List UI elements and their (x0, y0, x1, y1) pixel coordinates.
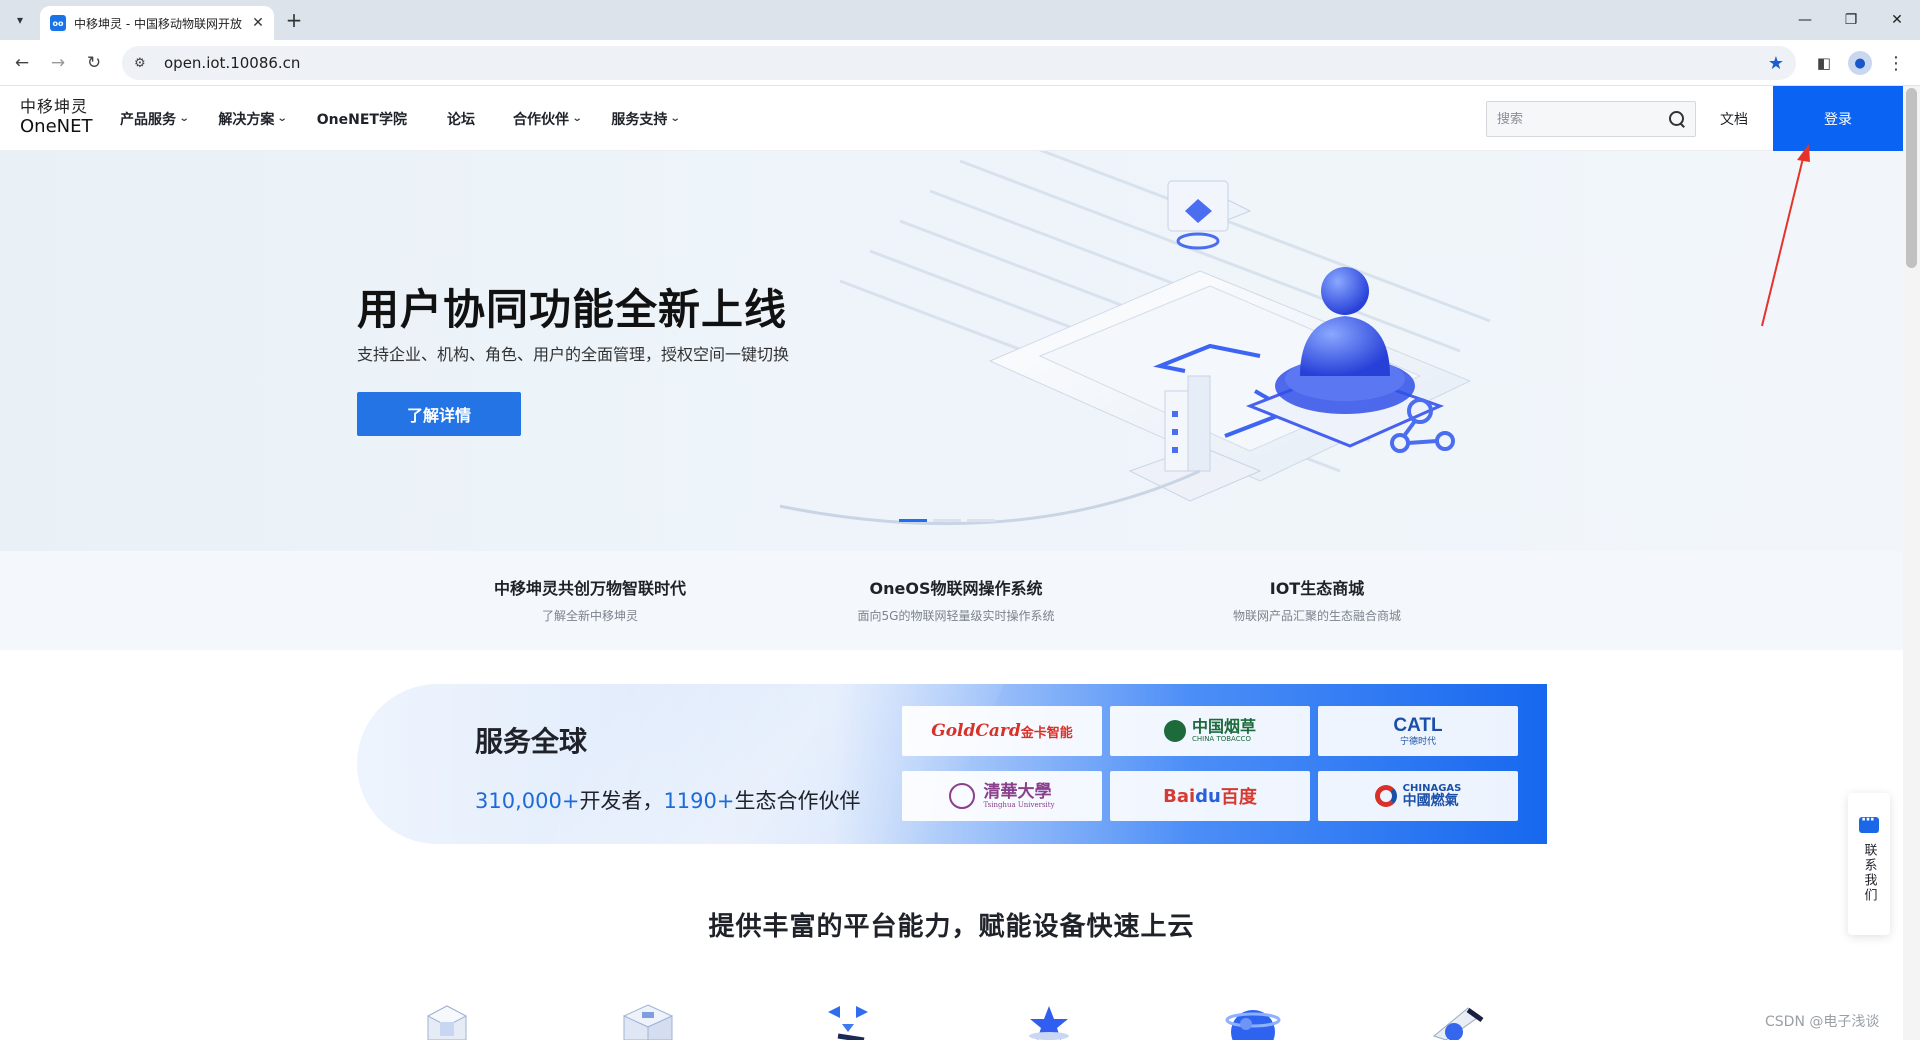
camera-icon (1432, 1007, 1484, 1040)
learn-more-button[interactable]: 了解详情 (357, 392, 521, 436)
service-global-banner: 服务全球 310,000+开发者，1190+生态合作伙伴 GoldCard 金卡智… (357, 684, 1547, 844)
partner-logos: GoldCard 金卡智能 中国烟草 CHINA TOBACCO CATL 宁德时代 … (902, 706, 1518, 821)
site-header: 中移坤灵 OneNET 产品服务 ⌄ 解决方案 ⌄ OneNET学院 论坛 合作伙伴… (0, 86, 1903, 151)
login-button[interactable]: 登录 (1773, 86, 1903, 151)
feature-item-oneos[interactable]: OneOS物联网操作系统 面向5G的物联网轻量级实时操作系统 (806, 575, 1106, 624)
chevron-down-icon: ⌄ (277, 113, 289, 124)
feature-desc: 面向5G的物联网轻量级实时操作系统 (857, 609, 1055, 623)
sphere-icon (1225, 1010, 1281, 1040)
partner-goldcard-logo: GoldCard 金卡智能 (902, 706, 1102, 756)
chevron-down-icon: ⌄ (178, 113, 190, 124)
nav-label: 论坛 (446, 111, 475, 128)
partner-label: 生态合作伙伴 (734, 789, 861, 813)
server-icon (622, 1004, 674, 1040)
global-title: 服务全球 (475, 725, 588, 758)
site-info-icon[interactable]: ⚙ (134, 56, 156, 71)
feature-desc: 物联网产品汇聚的生态融合商城 (1232, 609, 1401, 623)
nav-academy[interactable]: OneNET学院 (317, 109, 407, 129)
back-arrow-icon[interactable]: ← (8, 49, 36, 77)
csdn-watermark: CSDN @电子浅谈 (1765, 1014, 1880, 1030)
side-panel-icon[interactable]: ◧ (1812, 51, 1836, 75)
nav-support[interactable]: 服务支持 ⌄ (611, 109, 682, 129)
feature-title: IOT生态商城 (1269, 579, 1365, 598)
chevron-down-icon: ⌄ (670, 113, 682, 124)
search-box[interactable] (1486, 101, 1696, 137)
docs-link[interactable]: 文档 (1720, 109, 1748, 129)
nav-solutions[interactable]: 解决方案 ⌄ (218, 109, 289, 129)
nav-label: 产品服务 (120, 111, 176, 128)
carousel-indicators (899, 519, 1001, 522)
hero-illustration (780, 151, 1491, 526)
capabilities-title: 提供丰富的平台能力，赋能设备快速上云 (708, 912, 1195, 942)
forward-arrow-icon[interactable]: → (44, 49, 72, 77)
feature-item-iot-mall[interactable]: IOT生态商城 物联网产品汇聚的生态融合商城 (1167, 575, 1467, 624)
bookmark-star-icon[interactable]: ★ (1768, 53, 1784, 74)
feature-title: OneOS物联网操作系统 (869, 579, 1043, 598)
cube-icon (426, 1005, 468, 1040)
arrows-icon (828, 1006, 868, 1040)
profile-avatar-icon[interactable]: ● (1848, 51, 1872, 75)
nav-label: OneNET学院 (316, 111, 407, 128)
browser-tab-bar: ▾ oo 中移坤灵 - 中国移动物联网开放 ✕ + — ❐ ✕ (0, 0, 1920, 40)
minimize-icon[interactable]: — (1782, 0, 1828, 40)
browser-tab-active[interactable]: oo 中移坤灵 - 中国移动物联网开放 ✕ (40, 6, 274, 40)
reload-icon[interactable]: ↻ (80, 49, 108, 77)
contact-label: 联系我们 (1861, 843, 1877, 903)
search-icon[interactable] (1669, 111, 1685, 127)
feature-item-kunling[interactable]: 中移坤灵共创万物智联时代 了解全新中移坤灵 (440, 575, 740, 624)
search-input[interactable] (1497, 111, 1669, 127)
browser-toolbar: ← → ↻ ⚙ open.iot.10086.cn ★ ◧ ● ⋮ (0, 40, 1920, 86)
onenet-logo[interactable]: 中移坤灵 OneNET (20, 99, 92, 136)
nav-label: 服务支持 (611, 111, 668, 128)
tab-close-icon[interactable]: ✕ (250, 15, 266, 31)
tab-title: 中移坤灵 - 中国移动物联网开放 (74, 16, 242, 31)
new-tab-plus-icon[interactable]: + (282, 8, 306, 32)
partner-catl-logo: CATL 宁德时代 (1318, 706, 1518, 756)
partner-china-tobacco-logo: 中国烟草 CHINA TOBACCO (1110, 706, 1310, 756)
feature-desc: 了解全新中移坤灵 (541, 609, 638, 623)
hero-banner: 用户协同功能全新上线 支持企业、机构、角色、用户的全面管理，授权空间一键切换 了… (0, 151, 1903, 551)
feature-links: 中移坤灵共创万物智联时代 了解全新中移坤灵 OneOS物联网操作系统 面向5G的… (0, 551, 1903, 650)
carousel-dot[interactable] (899, 519, 927, 522)
partner-count: 1190+ (663, 789, 735, 813)
hero-subtitle: 支持企业、机构、角色、用户的全面管理，授权空间一键切换 (357, 345, 790, 364)
nav-partners[interactable]: 合作伙伴 ⌄ (512, 109, 583, 129)
scrollbar-thumb[interactable] (1906, 88, 1917, 268)
site-favicon-icon: oo (50, 15, 66, 31)
global-stats: 310,000+开发者，1190+生态合作伙伴 (475, 785, 860, 815)
partner-baidu-logo: Bai du 百度 (1110, 771, 1310, 821)
address-bar[interactable]: ⚙ open.iot.10086.cn ★ (122, 46, 1796, 80)
carousel-dot[interactable] (933, 519, 961, 522)
close-window-icon[interactable]: ✕ (1874, 0, 1920, 40)
browser-menu-icon[interactable]: ⋮ (1884, 51, 1908, 75)
nav-forum[interactable]: 论坛 (447, 109, 475, 129)
contact-us-float-button[interactable]: 联系我们 (1848, 793, 1890, 935)
feature-title: 中移坤灵共创万物智联时代 (493, 579, 686, 598)
carousel-dot[interactable] (967, 519, 995, 522)
partner-chinagas-logo: CHINAGAS 中國燃氣 (1318, 771, 1518, 821)
hero-title: 用户协同功能全新上线 (357, 285, 788, 334)
logo-cn: 中移坤灵 (20, 97, 89, 116)
developer-count: 310,000+ (475, 789, 580, 813)
logo-en: OneNET (20, 116, 93, 137)
nav-label: 合作伙伴 (512, 111, 569, 128)
nav-products[interactable]: 产品服务 ⌄ (120, 109, 190, 129)
chevron-down-icon: ⌄ (571, 113, 583, 124)
nav-label: 解决方案 (218, 111, 275, 128)
developer-label: 开发者， (579, 789, 664, 813)
tab-search-chevron-icon[interactable]: ▾ (8, 8, 32, 32)
main-nav: 产品服务 ⌄ 解决方案 ⌄ OneNET学院 论坛 合作伙伴 ⌄ 服务支持 ⌄ (120, 86, 710, 151)
chat-bubble-icon (1859, 812, 1879, 833)
star-icon (1029, 1006, 1069, 1040)
address-url[interactable]: open.iot.10086.cn (164, 54, 300, 72)
restore-icon[interactable]: ❐ (1828, 0, 1874, 40)
partner-tsinghua-logo: 清華大學 Tsinghua University (902, 771, 1102, 821)
